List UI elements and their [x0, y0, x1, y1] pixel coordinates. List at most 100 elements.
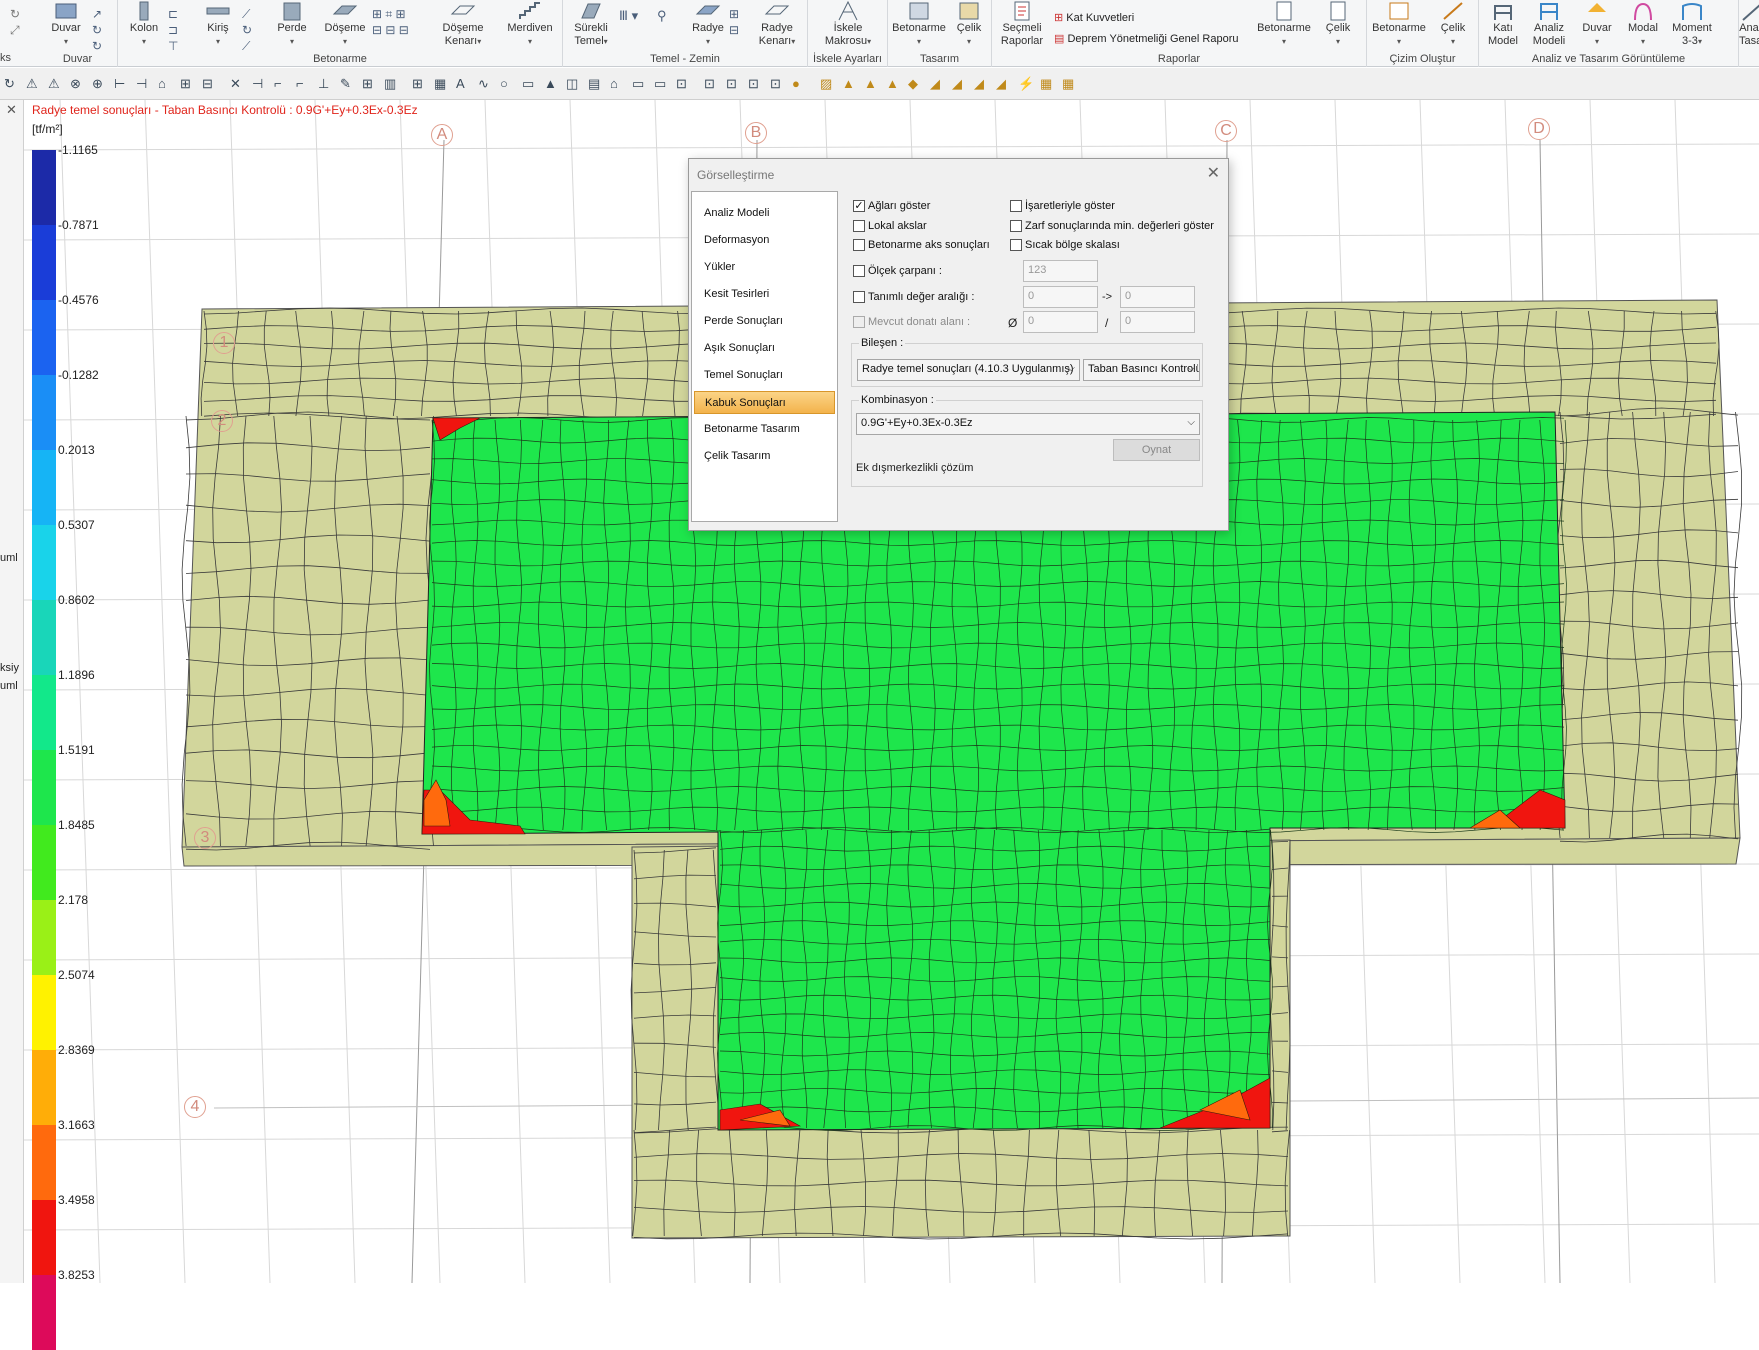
- range-to-input[interactable]: 0: [1120, 286, 1195, 308]
- toolbar-tool-icon[interactable]: A: [456, 76, 472, 92]
- dialog-nav-item[interactable]: Temel Sonuçları: [694, 364, 835, 387]
- toolbar-tool-icon[interactable]: ⊗: [70, 76, 86, 92]
- toolbar-tool-icon[interactable]: ▨: [820, 76, 836, 92]
- toolbar-tool-icon[interactable]: ⊞: [412, 76, 428, 92]
- toolbar-tool-icon[interactable]: ⊡: [748, 76, 764, 92]
- play-button[interactable]: Oynat: [1113, 439, 1200, 461]
- sicak-bolge-checkbox[interactable]: Sıcak bölge skalası: [1010, 239, 1120, 251]
- temel-small-icon2[interactable]: ⚲: [657, 8, 667, 24]
- toolbar-tool-icon[interactable]: ◫: [566, 76, 582, 92]
- toolbar-tool-icon[interactable]: ◢: [974, 76, 990, 92]
- close-icon[interactable]: ✕: [1207, 163, 1220, 183]
- toolbar-tool-icon[interactable]: ⊞: [362, 76, 378, 92]
- bilesen-select-2[interactable]: Taban Basıncı Kontrolü ⌵: [1083, 359, 1200, 381]
- dialog-nav-item[interactable]: Kesit Tesirleri: [694, 283, 835, 306]
- kombinasyon-select[interactable]: 0.9G'+Ey+0.3Ex-0.3Ez ⌵: [856, 413, 1200, 435]
- cizim-betonarme-button[interactable]: Betonarme ▾: [1369, 0, 1429, 50]
- toolbar-tool-icon[interactable]: ⊞: [180, 76, 196, 92]
- radye-button[interactable]: Radye ▾: [685, 0, 731, 50]
- kiris-small-icons[interactable]: ⟋ ↻ ⟋: [242, 6, 252, 54]
- dialog-nav-item[interactable]: Yükler: [694, 256, 835, 279]
- donati-spacing-input[interactable]: 0: [1120, 311, 1195, 333]
- modal-button[interactable]: Modal ▾: [1621, 0, 1665, 50]
- tasarim-betonarme-button[interactable]: Betonarme ▾: [890, 0, 948, 50]
- doseme-button[interactable]: Döşeme ▾: [322, 0, 368, 50]
- radye-kenari-button[interactable]: Radye Kenarı▾: [749, 0, 805, 50]
- toolbar-tool-icon[interactable]: ∿: [478, 76, 494, 92]
- betonarme-aks-checkbox[interactable]: Betonarme aks sonuçları: [853, 239, 990, 251]
- toolbar-tool-icon[interactable]: ⌂: [158, 76, 174, 92]
- toolbar-tool-icon[interactable]: ▥: [384, 76, 400, 92]
- kolon-button[interactable]: Kolon ▾: [124, 0, 164, 50]
- toolbar-tool-icon[interactable]: ▲: [886, 76, 902, 92]
- zarf-min-checkbox[interactable]: Zarf sonuçlarında min. değerleri göster: [1010, 220, 1214, 232]
- toolbar-tool-icon[interactable]: ▭: [632, 76, 648, 92]
- lokal-akslar-checkbox[interactable]: Lokal akslar: [853, 220, 927, 232]
- range-from-input[interactable]: 0: [1023, 286, 1098, 308]
- olcek-carpani-input[interactable]: 123: [1023, 260, 1098, 282]
- toolbar-tool-icon[interactable]: ↻: [4, 76, 20, 92]
- radye-small-icons[interactable]: ⊞ ⊟: [729, 6, 739, 38]
- donati-diameter-input[interactable]: 0: [1023, 311, 1098, 333]
- toolbar-tool-icon[interactable]: ○: [500, 76, 516, 92]
- kat-kuvvetleri-link[interactable]: ⊞ Kat Kuvvetleri: [1054, 11, 1134, 24]
- perde-button[interactable]: Perde ▾: [270, 0, 314, 50]
- toolbar-tool-icon[interactable]: ✎: [340, 76, 356, 92]
- toolbar-tool-icon[interactable]: ⌂: [610, 76, 626, 92]
- rapor-celik-button[interactable]: Çelik ▾: [1318, 0, 1358, 50]
- toolbar-tool-icon[interactable]: ⊢: [114, 76, 130, 92]
- cizim-celik-button[interactable]: Çelik ▾: [1433, 0, 1473, 50]
- dialog-nav-item[interactable]: Deformasyon: [694, 229, 835, 252]
- toolbar-tool-icon[interactable]: ⊡: [704, 76, 720, 92]
- toolbar-tool-icon[interactable]: ▭: [522, 76, 538, 92]
- dialog-nav-item[interactable]: Çelik Tasarım: [694, 445, 835, 468]
- secmeli-raporlar-button[interactable]: Seçmeli Raporlar: [996, 0, 1048, 50]
- toolbar-tool-icon[interactable]: ⚠: [48, 76, 64, 92]
- toolbar-tool-icon[interactable]: ⌐: [296, 76, 312, 92]
- toolbar-tool-icon[interactable]: ⊣: [252, 76, 268, 92]
- toolbar-tool-icon[interactable]: ⚡: [1018, 76, 1034, 92]
- doseme-kenari-button[interactable]: Döşeme Kenarı▾: [436, 0, 490, 50]
- toolbar-tool-icon[interactable]: ◢: [930, 76, 946, 92]
- toolbar-tool-icon[interactable]: ✕: [230, 76, 246, 92]
- dialog-nav-item[interactable]: Kabuk Sonuçları: [694, 391, 835, 414]
- analiz-modeli-button[interactable]: Analiz Modeli: [1527, 0, 1571, 50]
- toolbar-tool-icon[interactable]: ▲: [544, 76, 560, 92]
- toolbar-tool-icon[interactable]: ⊕: [92, 76, 108, 92]
- toolbar-tool-icon[interactable]: ▤: [588, 76, 604, 92]
- iskele-makrosu-button[interactable]: İskele Makrosu▾: [818, 0, 878, 50]
- toolbar-tool-icon[interactable]: ⊡: [726, 76, 742, 92]
- dialog-nav-item[interactable]: Aşık Sonuçları: [694, 337, 835, 360]
- toolbar-tool-icon[interactable]: ▲: [842, 76, 858, 92]
- toolbar-tool-icon[interactable]: ◆: [908, 76, 924, 92]
- moment-button[interactable]: Moment 3-3▾: [1669, 0, 1715, 50]
- toolbar-tool-icon[interactable]: ⚠: [26, 76, 42, 92]
- close-panel-icon[interactable]: ✕: [6, 102, 17, 118]
- toolbar-tool-icon[interactable]: ▦: [1062, 76, 1078, 92]
- toolbar-tool-icon[interactable]: ▦: [1040, 76, 1056, 92]
- tasarim-celik-button[interactable]: Çelik ▾: [950, 0, 988, 50]
- kati-model-button[interactable]: Katı Model: [1483, 0, 1523, 50]
- toolbar-tool-icon[interactable]: ▭: [654, 76, 670, 92]
- dialog-nav-item[interactable]: Betonarme Tasarım: [694, 418, 835, 441]
- duvar-button[interactable]: Duvar ▾: [46, 0, 86, 50]
- surekli-temel-button[interactable]: Sürekli Temel▾: [567, 0, 615, 50]
- toolbar-tool-icon[interactable]: ⌐: [274, 76, 290, 92]
- aglari-goster-checkbox[interactable]: ✓ Ağları göster: [853, 200, 930, 212]
- ana-tasarim-button[interactable]: AnaTasar: [1739, 0, 1759, 50]
- tanimli-deger-checkbox[interactable]: Tanımlı değer aralığı :: [853, 291, 974, 303]
- dialog-nav-item[interactable]: Analiz Modeli: [694, 202, 835, 225]
- toolbar-tool-icon[interactable]: ◢: [996, 76, 1012, 92]
- toolbar-tool-icon[interactable]: ▲: [864, 76, 880, 92]
- dialog-nav-item[interactable]: Perde Sonuçları: [694, 310, 835, 333]
- bilesen-select-1[interactable]: Radye temel sonuçları (4.10.3 Uygulanmış…: [857, 359, 1080, 381]
- toolbar-tool-icon[interactable]: ◢: [952, 76, 968, 92]
- toolbar-tool-icon[interactable]: ⊟: [202, 76, 218, 92]
- olcek-carpani-checkbox[interactable]: Ölçek çarpanı :: [853, 265, 942, 277]
- toolbar-tool-icon[interactable]: ⊡: [676, 76, 692, 92]
- rapor-betonarme-button[interactable]: Betonarme ▾: [1254, 0, 1314, 50]
- toolbar-tool-icon[interactable]: ⊥: [318, 76, 334, 92]
- merdiven-button[interactable]: Merdiven ▾: [502, 0, 558, 50]
- temel-small-icons[interactable]: Ⅲ ▾: [619, 8, 638, 24]
- toolbar-tool-icon[interactable]: ⊣: [136, 76, 152, 92]
